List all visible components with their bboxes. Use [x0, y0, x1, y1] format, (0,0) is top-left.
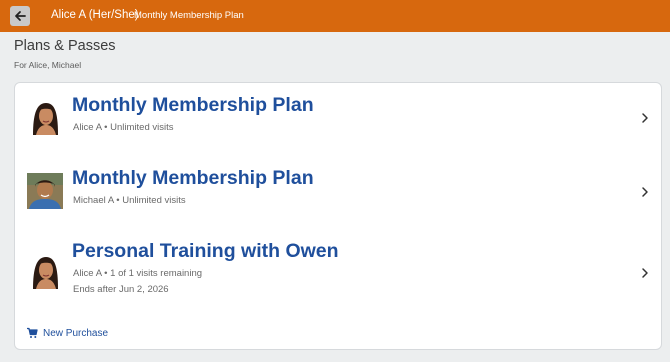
- chevron-right-icon: [639, 267, 651, 279]
- header-user-name: Alice A (Her/She): [51, 9, 139, 21]
- plan-title: Monthly Membership Plan: [72, 94, 314, 116]
- plan-detail: Unlimited visits: [122, 195, 186, 206]
- woman-portrait-icon: [27, 253, 63, 289]
- avatar: [27, 173, 63, 209]
- plan-detail: Unlimited visits: [110, 122, 174, 133]
- chevron-right-icon: [639, 186, 651, 198]
- avatar: [27, 253, 63, 289]
- page-subtitle: For Alice, Michael: [14, 60, 82, 70]
- top-bar: Alice A (Her/She) Monthly Membership Pla…: [0, 0, 670, 32]
- plan-title: Monthly Membership Plan: [72, 167, 314, 189]
- plan-meta: Michael A • Unlimited visits: [73, 195, 186, 206]
- plan-meta: Alice A • 1 of 1 visits remaining: [73, 268, 203, 279]
- plan-detail: 1 of 1 visits remaining: [110, 268, 203, 279]
- chevron-right-icon: [639, 112, 651, 124]
- plan-holder: Alice A: [73, 268, 102, 279]
- plans-card: Monthly Membership Plan Alice A • Unlimi…: [14, 82, 662, 350]
- plan-row-michael-monthly[interactable]: Monthly Membership Plan Michael A • Unli…: [15, 155, 661, 229]
- avatar: [27, 99, 63, 135]
- plan-holder: Michael A: [73, 195, 114, 206]
- header-plan-name: Monthly Membership Plan: [134, 10, 244, 21]
- back-button[interactable]: [10, 6, 30, 26]
- plan-title: Personal Training with Owen: [72, 240, 339, 262]
- cart-icon: [27, 327, 38, 338]
- new-purchase-label: New Purchase: [43, 327, 109, 339]
- plan-row-personal-training[interactable]: Personal Training with Owen Alice A • 1 …: [15, 229, 661, 313]
- plan-end-date: Ends after Jun 2, 2026: [73, 284, 169, 295]
- plan-row-alice-monthly[interactable]: Monthly Membership Plan Alice A • Unlimi…: [15, 83, 661, 155]
- plan-meta: Alice A • Unlimited visits: [73, 122, 174, 133]
- woman-portrait-icon: [27, 99, 63, 135]
- new-purchase-link[interactable]: New Purchase: [26, 327, 108, 339]
- page-title: Plans & Passes: [14, 38, 116, 54]
- arrow-left-icon: [15, 11, 26, 21]
- boy-portrait-icon: [27, 173, 63, 209]
- plan-holder: Alice A: [73, 122, 102, 133]
